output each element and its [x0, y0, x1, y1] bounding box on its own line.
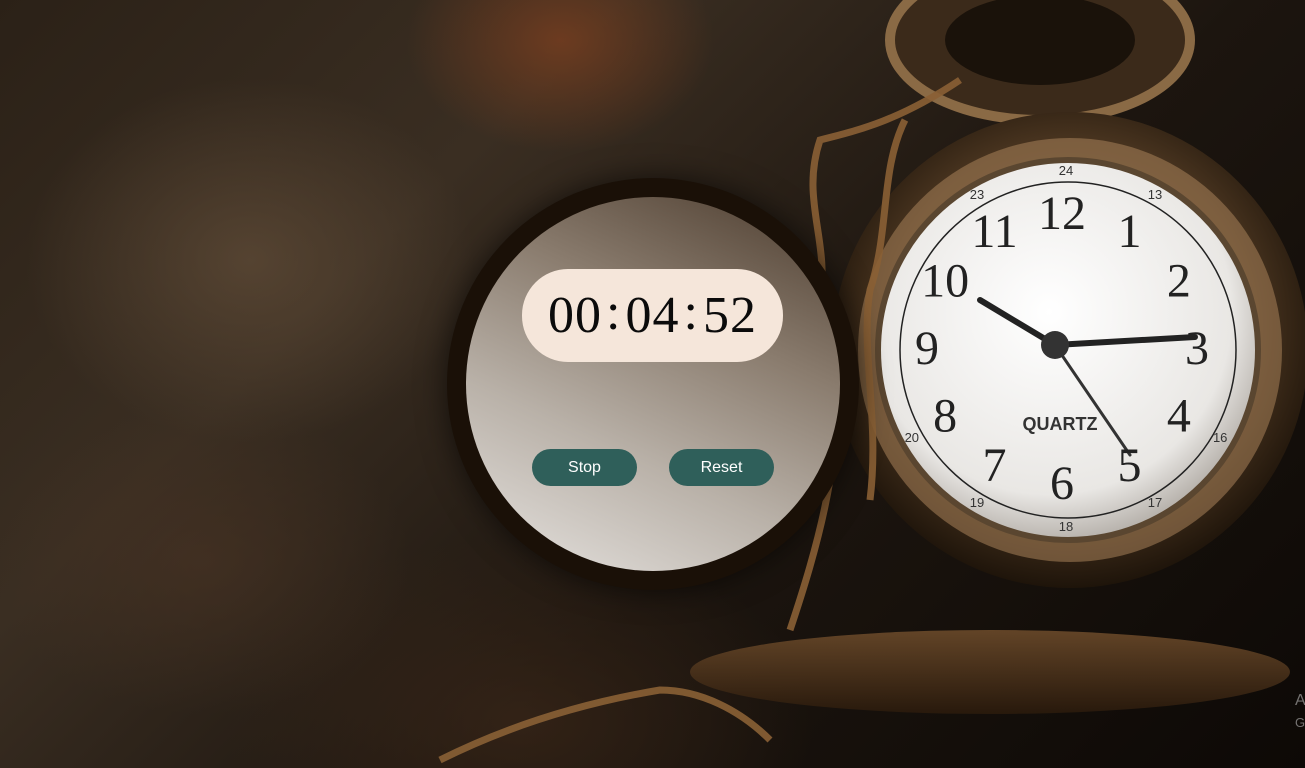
watch-numeral: 10 [921, 255, 969, 308]
stop-button[interactable]: Stop [532, 449, 637, 486]
hours-value: 00 [548, 287, 603, 344]
watch-inner-numeral: 17 [1148, 495, 1162, 510]
watch-numeral: 9 [915, 322, 939, 375]
timer-face [466, 197, 840, 571]
watch-numeral: 12 [1038, 187, 1086, 240]
watch-numeral: 8 [933, 390, 957, 443]
watermark-line-2: G [1295, 715, 1305, 730]
watch-numeral: 5 [1118, 439, 1142, 492]
watch-inner-numeral: 18 [1059, 519, 1073, 534]
watch-numeral: 2 [1167, 255, 1191, 308]
watch-numeral: 11 [971, 205, 1017, 258]
watch-numeral: 7 [983, 439, 1007, 492]
watermark-line-1: A [1295, 692, 1305, 709]
reset-button[interactable]: Reset [669, 449, 774, 486]
watch-inner-numeral: 16 [1213, 430, 1227, 445]
watch-brand-text: QUARTZ [1023, 414, 1098, 434]
watch-inner-numeral: 20 [905, 430, 919, 445]
time-separator: : [683, 284, 699, 341]
system-watermark: A G [1295, 690, 1305, 734]
time-display: 00 : 04 : 52 [522, 269, 783, 362]
time-separator: : [606, 284, 622, 341]
watch-numeral: 1 [1118, 205, 1142, 258]
watch-numeral: 6 [1050, 457, 1074, 510]
watch-inner-numeral: 23 [970, 187, 984, 202]
seconds-value: 52 [702, 287, 757, 344]
watch-inner-numeral: 24 [1059, 163, 1073, 178]
watch-numeral: 4 [1167, 390, 1191, 443]
watch-numeral: 3 [1185, 322, 1209, 375]
minutes-value: 04 [625, 287, 680, 344]
watch-inner-numeral: 19 [970, 495, 984, 510]
timer-page: 12 1 2 3 4 5 6 7 8 9 10 11 24 13 16 17 18 19 20 23 QUARTZ … [0, 0, 1305, 768]
watch-inner-numeral: 13 [1148, 187, 1162, 202]
